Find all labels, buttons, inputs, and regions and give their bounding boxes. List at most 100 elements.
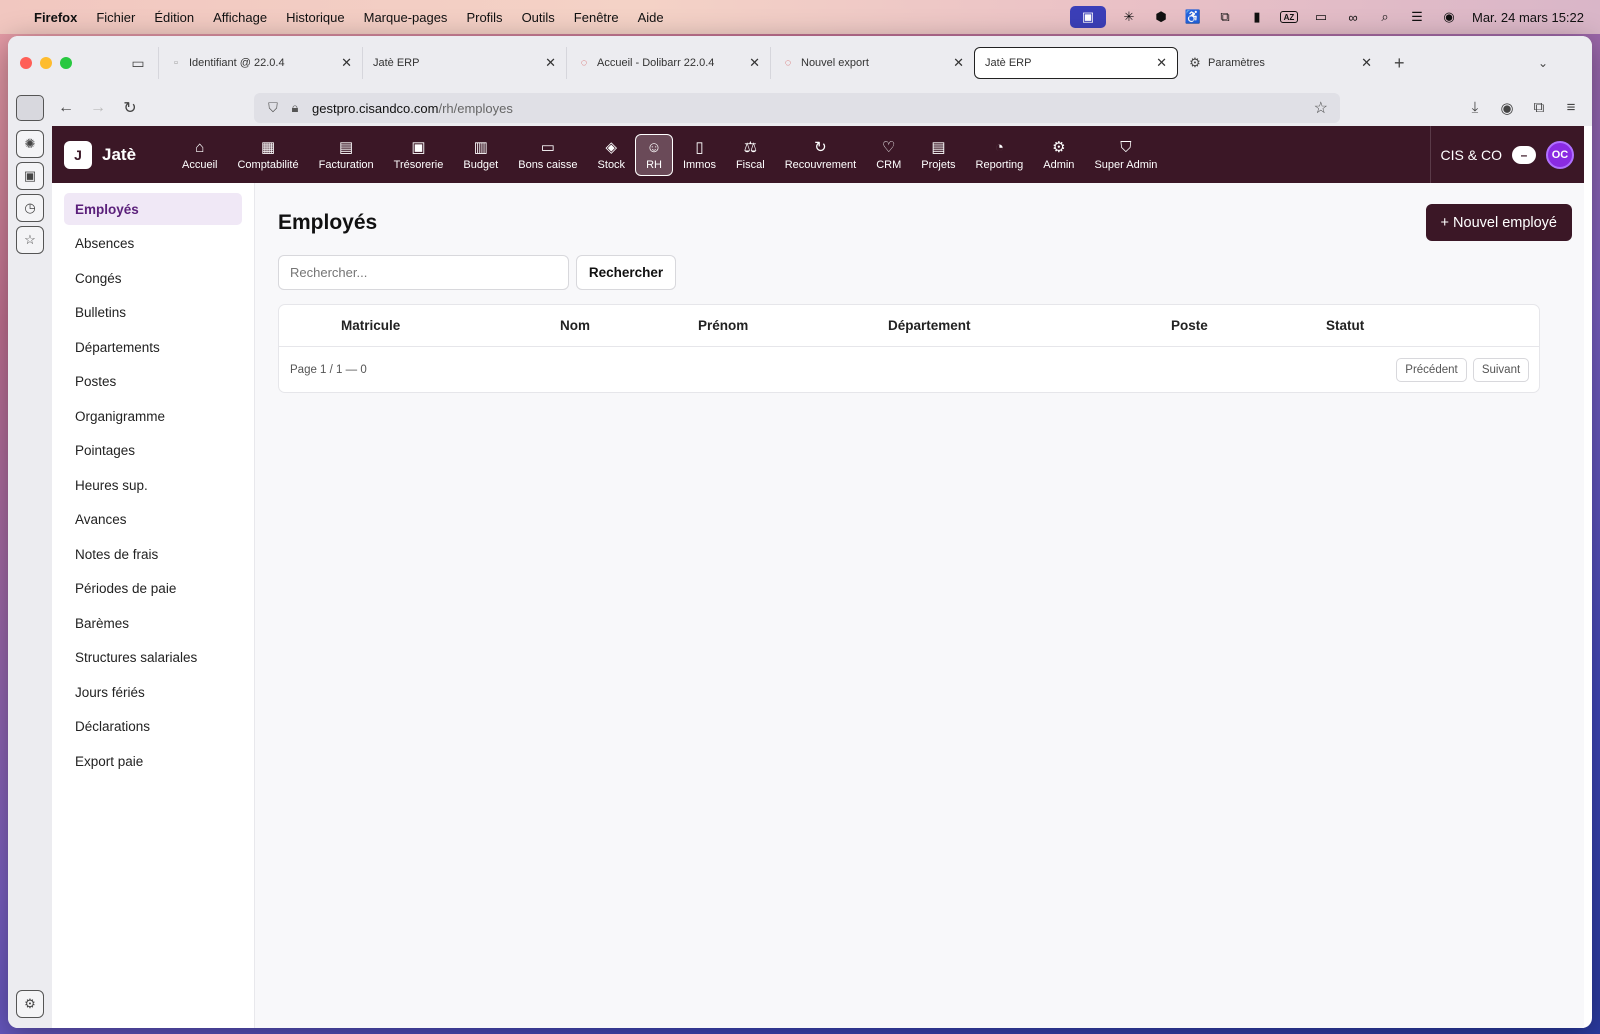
sidebar-item-departements[interactable]: Départements	[64, 331, 242, 363]
tag-icon[interactable]: ▮	[1248, 9, 1266, 24]
browser-tab[interactable]: ▫ Identifiant @ 22.0.4 ✕	[158, 47, 362, 79]
sidebar-item-periodes-de-paie[interactable]: Périodes de paie	[64, 573, 242, 605]
download-icon[interactable]: ⤓	[1466, 99, 1484, 117]
menu-aide[interactable]: Aide	[638, 10, 664, 25]
sidebar-item-organigramme[interactable]: Organigramme	[64, 400, 242, 432]
address-bar[interactable]: ⛉ 🔒︎ gestpro.cisandco.com/rh/employes ☆	[254, 93, 1340, 123]
module-fiscal[interactable]: ⚖ Fiscal	[726, 134, 775, 176]
module-admin[interactable]: ⚙ Admin	[1033, 134, 1084, 176]
module-projets[interactable]: ▤ Projets	[911, 134, 965, 176]
hamburger-menu-icon[interactable]: ≡	[1562, 99, 1580, 117]
sidebar-settings-gear-icon[interactable]: ⚙	[16, 990, 44, 1018]
close-tab-icon[interactable]: ✕	[1361, 55, 1372, 71]
keyboard-layout-icon[interactable]: AZ	[1280, 11, 1298, 23]
close-window-button[interactable]	[20, 57, 32, 69]
display-icon[interactable]: ⧉	[1216, 9, 1234, 24]
module-super-admin[interactable]: ⛉ Super Admin	[1084, 134, 1167, 176]
sidebar-item-baremes[interactable]: Barèmes	[64, 607, 242, 639]
company-name[interactable]: CIS & CO	[1441, 147, 1502, 163]
module-tr-sorerie[interactable]: ▣ Trésorerie	[384, 134, 454, 176]
column-header-statut[interactable]: Statut	[1326, 318, 1364, 333]
sidebar-item-declarations[interactable]: Déclarations	[64, 711, 242, 743]
menu-fichier[interactable]: Fichier	[96, 10, 135, 25]
sidebar-item-heures-sup[interactable]: Heures sup.	[64, 469, 242, 501]
module-accueil[interactable]: ⌂ Accueil	[172, 134, 227, 176]
module-immos[interactable]: ▯ Immos	[673, 134, 726, 176]
menu-historique[interactable]: Historique	[286, 10, 345, 25]
menu-profils[interactable]: Profils	[466, 10, 502, 25]
module-budget[interactable]: ▥ Budget	[453, 134, 508, 176]
column-header-prenom[interactable]: Prénom	[698, 318, 748, 333]
accessibility-icon[interactable]: ♿	[1184, 9, 1202, 24]
close-tab-icon[interactable]: ✕	[341, 55, 352, 71]
previous-page-button[interactable]: Précédent	[1396, 358, 1467, 382]
sidebar-item-avances[interactable]: Avances	[64, 504, 242, 536]
browser-tab[interactable]: ⚙ Paramètres ✕	[1178, 47, 1382, 79]
next-page-button[interactable]: Suivant	[1473, 358, 1529, 382]
sidebar-item-structures-salariales[interactable]: Structures salariales	[64, 642, 242, 674]
module-rh[interactable]: ☺ RH	[635, 133, 673, 176]
module-reporting[interactable]: ◔ Reporting	[966, 134, 1034, 176]
module-recouvrement[interactable]: ↻ Recouvrement	[775, 134, 867, 176]
module-facturation[interactable]: ▤ Facturation	[309, 134, 384, 176]
sparkle-icon[interactable]: ✳	[1120, 9, 1138, 24]
sidebar-item-postes[interactable]: Postes	[64, 366, 242, 398]
search-input[interactable]	[278, 255, 569, 290]
reload-icon[interactable]: ↻	[114, 98, 146, 118]
module-bons-caisse[interactable]: ▭ Bons caisse	[508, 134, 587, 176]
menu-app-name[interactable]: Firefox	[34, 10, 77, 25]
close-tab-icon[interactable]: ✕	[1156, 55, 1167, 71]
link-icon[interactable]: ∞	[1344, 10, 1362, 25]
cube-icon[interactable]: ⬢	[1152, 9, 1170, 24]
app-brand[interactable]: J Jatè	[64, 140, 172, 169]
menu-edition[interactable]: Édition	[154, 10, 194, 25]
synced-tabs-icon[interactable]: ▣	[16, 162, 44, 190]
zoom-window-button[interactable]	[60, 57, 72, 69]
screen-share-icon[interactable]: ▣	[1070, 6, 1106, 28]
forward-arrow-icon[interactable]: →	[82, 99, 114, 117]
menu-fenetre[interactable]: Fenêtre	[574, 10, 619, 25]
sidebar-toggle-button[interactable]	[16, 95, 44, 121]
shield-icon[interactable]: ⛉	[262, 100, 284, 116]
browser-tab[interactable]: ◌ Nouvel export ✕	[770, 47, 974, 79]
sidebar-item-pointages[interactable]: Pointages	[64, 435, 242, 467]
sidebar-item-jours-feries[interactable]: Jours fériés	[64, 676, 242, 708]
extensions-icon[interactable]: ⧉	[1530, 99, 1548, 117]
column-header-nom[interactable]: Nom	[560, 318, 590, 333]
module-crm[interactable]: ♡ CRM	[866, 134, 911, 176]
minimize-window-button[interactable]	[40, 57, 52, 69]
menu-marque-pages[interactable]: Marque-pages	[364, 10, 448, 25]
module-stock[interactable]: ◈ Stock	[588, 134, 636, 176]
sidebar-item-export-paie[interactable]: Export paie	[64, 745, 242, 777]
ai-chatbot-icon[interactable]: ✺	[16, 130, 44, 158]
theme-toggle[interactable]: –	[1512, 145, 1536, 164]
account-icon[interactable]: ◉	[1498, 99, 1516, 117]
column-header-poste[interactable]: Poste	[1171, 318, 1208, 333]
sidebar-item-bulletins[interactable]: Bulletins	[64, 297, 242, 329]
new-employee-button[interactable]: + Nouvel employé	[1425, 204, 1572, 241]
close-tab-icon[interactable]: ✕	[749, 55, 760, 71]
menubar-clock[interactable]: Mar. 24 mars 15:22	[1472, 10, 1584, 25]
url-text[interactable]: gestpro.cisandco.com/rh/employes	[312, 101, 513, 116]
user-avatar[interactable]: OC	[1546, 140, 1574, 169]
menu-affichage[interactable]: Affichage	[213, 10, 267, 25]
browser-tab[interactable]: ◌ Accueil - Dolibarr 22.0.4 ✕	[566, 47, 770, 79]
siri-icon[interactable]: ◉	[1440, 9, 1458, 24]
module-comptabilit-[interactable]: ▦ Comptabilité	[227, 134, 308, 176]
back-arrow-icon[interactable]: ←	[50, 99, 82, 117]
column-header-departement[interactable]: Département	[888, 318, 971, 333]
sidebar-item-notes-de-frais[interactable]: Notes de frais	[64, 538, 242, 570]
battery-icon[interactable]: ▭	[1312, 9, 1330, 24]
sidebar-item-employes[interactable]: Employés	[64, 193, 242, 225]
close-tab-icon[interactable]: ✕	[953, 55, 964, 71]
sidebar-item-absences[interactable]: Absences	[64, 228, 242, 260]
control-center-icon[interactable]: ☰	[1408, 9, 1426, 24]
tab-groups-icon[interactable]: ▭	[118, 55, 158, 72]
bookmarks-star-icon[interactable]: ☆	[16, 226, 44, 254]
bookmark-star-icon[interactable]: ☆	[1314, 98, 1328, 118]
lock-icon[interactable]: 🔒︎	[284, 100, 306, 116]
sidebar-item-conges[interactable]: Congés	[64, 262, 242, 294]
browser-tab-active[interactable]: Jatè ERP ✕	[974, 47, 1178, 79]
close-tab-icon[interactable]: ✕	[545, 55, 556, 71]
browser-tab[interactable]: Jatè ERP ✕	[362, 47, 566, 79]
